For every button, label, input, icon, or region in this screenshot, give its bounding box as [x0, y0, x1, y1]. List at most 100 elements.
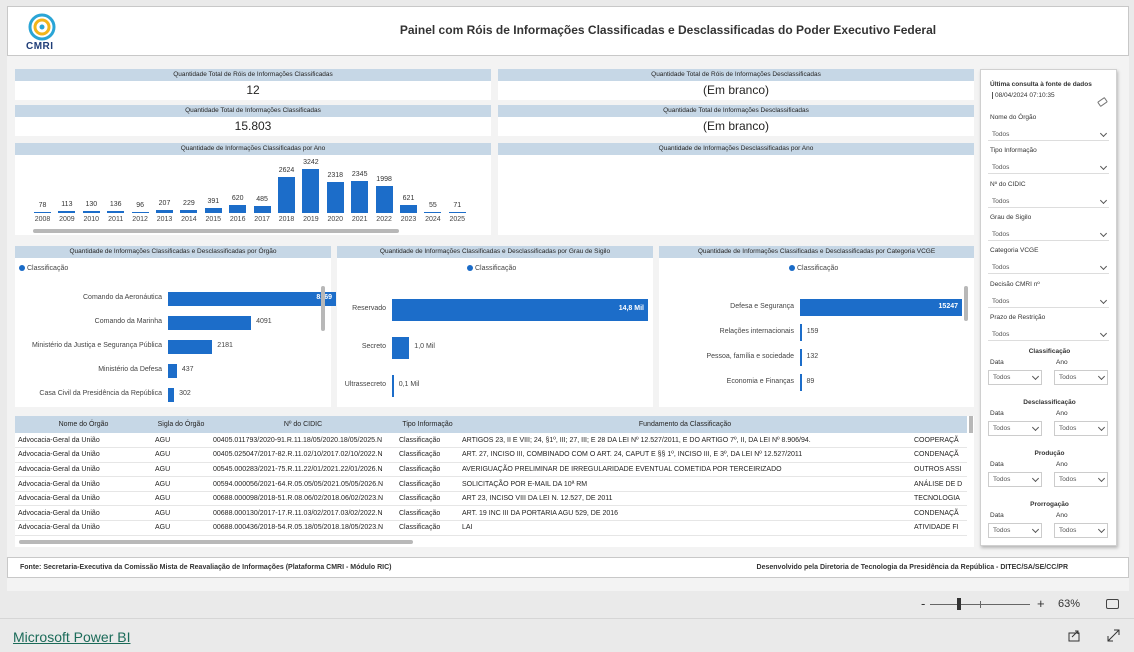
chart-bar[interactable] [253, 206, 271, 213]
chart-bar[interactable] [229, 204, 247, 213]
filter-dropdown[interactable]: Todos [988, 523, 1042, 538]
table-cell: CONDENAÇÃ [911, 447, 967, 463]
column-header[interactable]: Sigla do Órgão [152, 416, 210, 433]
data-label: 302 [179, 390, 191, 397]
chart-bar[interactable] [180, 209, 198, 213]
chart-bar[interactable] [800, 324, 802, 341]
chart-bar[interactable] [351, 181, 369, 213]
chart-bar[interactable] [326, 181, 344, 213]
vertical-scrollbar[interactable] [969, 416, 973, 433]
chart-bar[interactable] [424, 211, 442, 213]
column-header[interactable]: Nº do CIDIC [210, 416, 396, 433]
chart-bar[interactable] [168, 316, 252, 330]
filter-dropdown[interactable]: Todos [988, 128, 1109, 141]
x-tick-label: 2015 [205, 216, 222, 223]
chart-bar[interactable] [800, 349, 802, 366]
chart-bar[interactable] [392, 375, 394, 397]
chart-legend: Classificação [467, 265, 516, 272]
data-table[interactable]: Nome do Órgão Sigla do Órgão Nº do CIDIC… [15, 416, 974, 547]
chart-bar[interactable] [82, 211, 100, 213]
column-header[interactable]: Tipo Informação [396, 416, 459, 433]
chart-bar[interactable] [204, 207, 222, 213]
table-cell: ANÁLISE DE D [911, 476, 967, 492]
zoom-in-button[interactable]: + [1037, 596, 1045, 611]
chart-bar[interactable] [278, 177, 295, 213]
chart-by-orgao[interactable]: Quantidade de Informações Classificadas … [15, 246, 336, 407]
filter-label: Grau de Sigilo [990, 213, 1032, 221]
column-header[interactable] [911, 416, 967, 433]
table-cell: Advocacia-Geral da União [15, 433, 152, 449]
filter-dropdown[interactable]: Todos [988, 472, 1042, 487]
y-tick-label: Ministério da Justiça e Segurança Públic… [32, 342, 162, 349]
vertical-scrollbar[interactable] [964, 286, 968, 321]
y-tick-label: Comando da Marinha [94, 318, 162, 325]
chart-title: Quantidade de Informações Classificadas … [15, 143, 491, 155]
filter-dropdown[interactable]: Todos [988, 161, 1109, 175]
data-label: 207 [158, 200, 171, 208]
chevron-down-icon [1097, 525, 1106, 534]
data-label: 136 [109, 201, 122, 209]
kpi-card-rois-classificadas: Quantidade Total de Róis de Informações … [15, 69, 491, 100]
power-bi-link[interactable]: Microsoft Power BI [13, 629, 130, 645]
filter-dropdown[interactable]: Todos [1054, 472, 1108, 487]
zoom-out-button[interactable]: - [921, 596, 925, 611]
x-tick-label: 2017 [254, 216, 270, 223]
chart-by-grau-sigilo[interactable]: Quantidade de Informações Classificadas … [337, 246, 653, 407]
zoom-slider-thumb[interactable] [957, 598, 961, 610]
chart-bar[interactable] [800, 374, 802, 391]
filter-dropdown[interactable]: Todos [988, 421, 1042, 436]
filter-section-title: Prorrogação [1030, 501, 1069, 508]
chart-bar[interactable] [168, 388, 175, 402]
chart-bar[interactable] [34, 211, 51, 213]
column-header[interactable]: Fundamento da Classificação [459, 416, 911, 433]
chart-bar[interactable] [156, 210, 173, 213]
table-cell: ART 23, INCISO VIII DA LEI N. 12.527, DE… [459, 491, 911, 507]
data-label: 229 [183, 199, 195, 207]
column-header[interactable]: Nome do Órgão [15, 416, 152, 433]
table-row[interactable]: Advocacia-Geral da União AGU 00688.000436/… [15, 520, 967, 536]
filter-dropdown[interactable]: Todos [1054, 370, 1108, 385]
filter-dropdown[interactable]: Todos [988, 195, 1109, 208]
chart-bar[interactable] [448, 211, 466, 213]
filter-dropdown[interactable]: Todos [988, 228, 1109, 241]
chart-bar[interactable] [375, 185, 393, 213]
table-row[interactable]: Advocacia-Geral da União AGU 00594.000056/… [15, 476, 967, 492]
data-label: 620 [231, 194, 244, 202]
table-row[interactable]: Advocacia-Geral da União AGU 00688.000130/… [15, 505, 967, 522]
horizontal-scrollbar[interactable] [33, 229, 399, 233]
table-header-row: Nome do Órgão Sigla do Órgão Nº do CIDIC… [15, 416, 967, 433]
share-icon[interactable] [1068, 629, 1081, 642]
chart-bar[interactable] [400, 204, 417, 213]
bottom-bar: Microsoft Power BI [0, 618, 1134, 652]
table-row[interactable]: Advocacia-Geral da União AGU 00405.025047/… [15, 447, 967, 463]
data-label: 132 [806, 352, 819, 360]
chart-legend: Classificação [789, 265, 838, 272]
filter-dropdown[interactable]: Todos [1054, 523, 1108, 538]
chart-bar[interactable] [168, 364, 177, 378]
chart-bar[interactable] [392, 337, 410, 359]
filter-dropdown[interactable]: Todos [988, 370, 1042, 385]
chart-classified-by-year[interactable]: Quantidade de Informações Classificadas … [15, 143, 491, 235]
chart-bar[interactable] [131, 211, 149, 213]
table-row[interactable]: Advocacia-Geral da União AGU 00405.011793/… [15, 433, 967, 449]
chart-bar[interactable] [302, 169, 320, 213]
eraser-icon[interactable] [1097, 96, 1108, 108]
filter-dropdown[interactable]: Todos [988, 295, 1109, 308]
filter-dropdown[interactable]: Todos [988, 261, 1109, 275]
y-tick-label: Ultrassecreto [344, 381, 386, 388]
chart-bar[interactable] [168, 340, 213, 354]
table-row[interactable]: Advocacia-Geral da União AGU 00545.000283/… [15, 462, 967, 478]
vertical-scrollbar[interactable] [321, 286, 325, 331]
table-row[interactable]: Advocacia-Geral da União AGU 00688.000098/… [15, 491, 967, 507]
chart-bar[interactable] [107, 211, 125, 213]
filter-dropdown[interactable]: Todos [988, 328, 1109, 341]
fit-to-page-icon[interactable] [1106, 599, 1119, 609]
chart-bar[interactable] [58, 211, 76, 213]
horizontal-scrollbar[interactable] [19, 540, 413, 544]
fullscreen-icon[interactable] [1107, 629, 1120, 642]
filter-dropdown-value: Todos [992, 230, 1010, 238]
table-cell: ARTIGOS 23, II E VIII; 24, §1º, III; 27,… [459, 433, 911, 449]
chart-by-categoria-vcge[interactable]: Quantidade de Informações Classificadas … [659, 246, 974, 407]
y-tick-label: Economia e Finanças [726, 377, 794, 385]
filter-dropdown[interactable]: Todos [1054, 421, 1108, 436]
